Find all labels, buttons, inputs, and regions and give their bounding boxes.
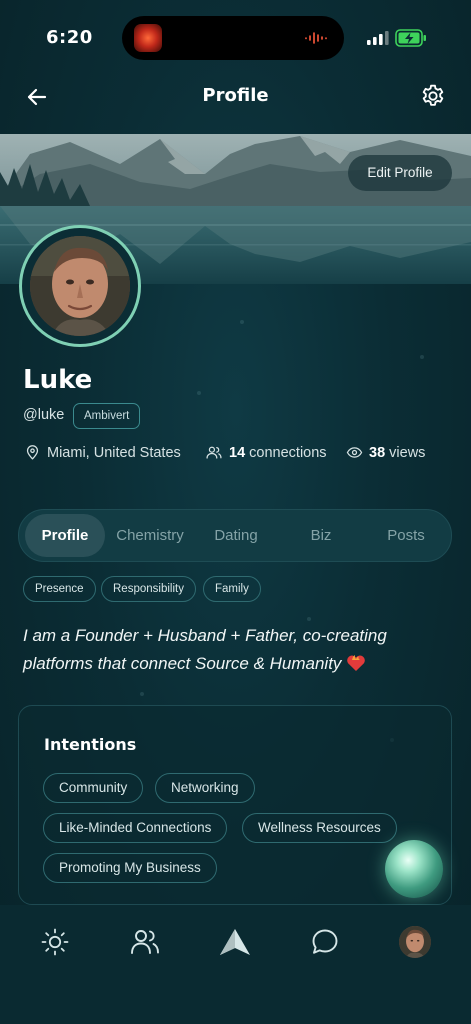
views-label: views — [389, 444, 426, 461]
intention-chip: Promoting My Business — [43, 853, 217, 883]
people-icon — [131, 930, 159, 954]
edit-profile-button[interactable]: Edit Profile — [348, 155, 452, 191]
avatar-face-illustration — [30, 236, 130, 336]
value-chip: Responsibility — [101, 576, 196, 602]
location-stat: Miami, United States — [24, 444, 181, 461]
views-stat: 38 views — [346, 444, 425, 461]
intention-chip: Community — [43, 773, 144, 803]
profile-tabs: Profile Chemistry Dating Biz Posts — [18, 509, 452, 562]
connections-label: connections — [249, 444, 327, 461]
profile-handle: @luke — [23, 407, 65, 423]
profile-bio: I am a Founder + Husband + Father, co-cr… — [23, 622, 453, 678]
background-dot — [140, 692, 144, 696]
location-text: Miami, United States — [47, 444, 181, 461]
sun-icon — [41, 928, 69, 956]
tab-chemistry[interactable]: Chemistry — [109, 514, 191, 557]
profile-avatar — [399, 926, 431, 958]
personality-badge: Ambivert — [73, 403, 141, 429]
chat-bubble-icon — [312, 929, 338, 954]
compass-arrow-icon — [220, 929, 250, 955]
nav-explore[interactable] — [218, 925, 252, 959]
page-title: Profile — [202, 85, 269, 106]
intention-chip: Like-Minded Connections — [43, 813, 228, 843]
connections-count: 14 — [229, 444, 246, 461]
gear-icon[interactable] — [420, 83, 446, 109]
nav-profile[interactable] — [398, 925, 432, 959]
audio-waveform-icon — [305, 32, 327, 44]
avatar[interactable] — [19, 225, 141, 347]
location-pin-icon — [26, 445, 39, 460]
cellular-signal-icon — [367, 31, 389, 45]
status-bar: 6:20 — [0, 0, 471, 76]
background-dot — [197, 391, 201, 395]
heart-on-fire-icon — [347, 655, 365, 671]
value-chip: Family — [203, 576, 261, 602]
tab-posts[interactable]: Posts — [365, 514, 447, 557]
tab-dating[interactable]: Dating — [195, 514, 277, 557]
background-dot — [307, 617, 311, 621]
avatar-photo — [30, 236, 130, 336]
background-dot — [240, 320, 244, 324]
tab-biz[interactable]: Biz — [281, 514, 361, 557]
background-dot — [420, 355, 424, 359]
connections-icon — [206, 446, 222, 459]
nav-home[interactable] — [38, 925, 72, 959]
intention-chip: Networking — [155, 773, 255, 803]
views-count: 38 — [369, 444, 386, 461]
status-time: 6:20 — [46, 27, 93, 48]
profile-name: Luke — [23, 365, 93, 395]
eye-icon — [346, 447, 363, 458]
bio-line-2: platforms that connect Source & Humanity — [23, 654, 342, 673]
intention-chip: Wellness Resources — [242, 813, 397, 843]
intentions-title: Intentions — [44, 735, 137, 754]
nav-connections[interactable] — [128, 925, 162, 959]
live-activity-app-icon — [134, 24, 162, 52]
connections-stat[interactable]: 14 connections — [205, 444, 327, 461]
value-chip: Presence — [23, 576, 96, 602]
bottom-nav — [0, 905, 471, 1024]
bio-line-1: I am a Founder + Husband + Father, co-cr… — [23, 626, 387, 645]
nav-messages[interactable] — [308, 925, 342, 959]
profile-stats: Miami, United States 14 connections 38 v… — [0, 444, 471, 466]
top-header: Profile — [0, 76, 471, 118]
dynamic-island — [122, 16, 344, 60]
tab-profile[interactable]: Profile — [25, 514, 105, 557]
avatar-face-illustration — [399, 926, 431, 958]
battery-charging-icon — [395, 29, 426, 47]
assistant-orb-button[interactable] — [385, 840, 443, 898]
